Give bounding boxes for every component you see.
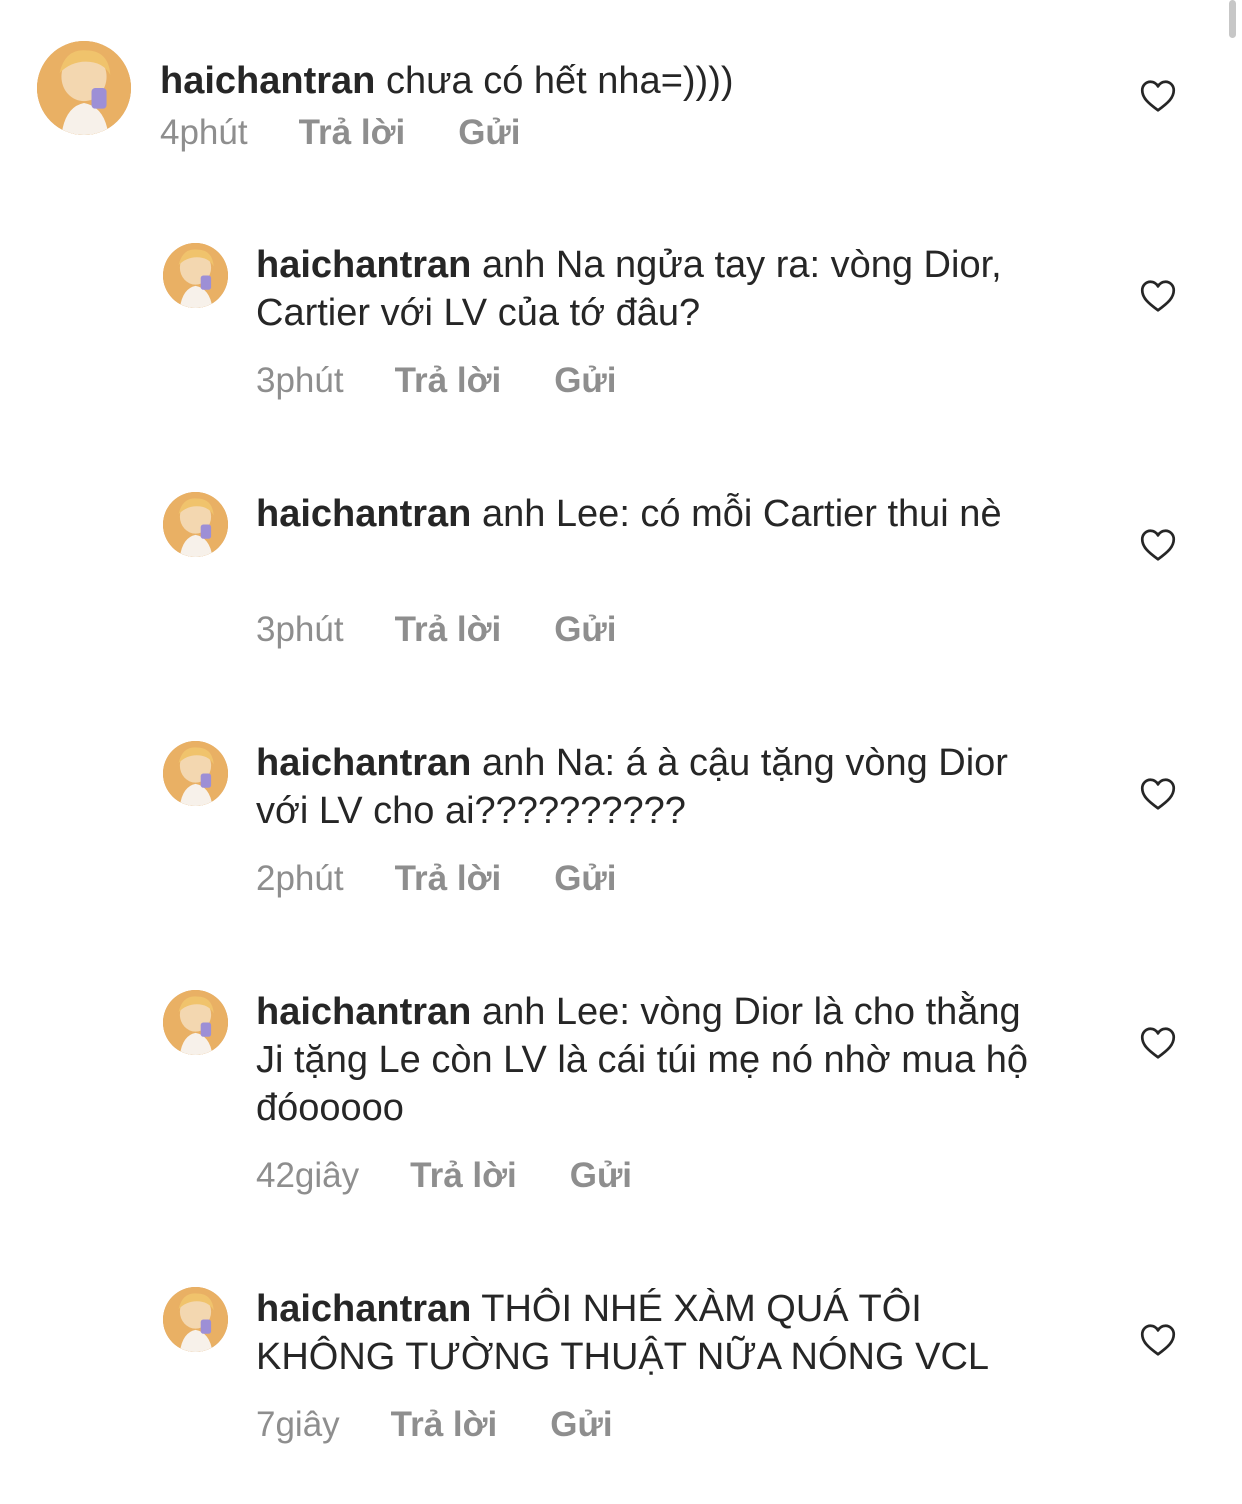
comment-meta: 3phút Trả lời Gửi — [256, 361, 616, 401]
comment-time: 7giây — [256, 1405, 340, 1444]
avatar[interactable] — [163, 990, 228, 1055]
reply-button[interactable]: Trả lời — [395, 859, 502, 899]
comment-meta: 2phút Trả lời Gửi — [256, 859, 616, 899]
avatar[interactable] — [37, 41, 131, 135]
comment-text: haichantran THÔI NHÉ XÀM QUÁ TÔI KHÔNG T… — [256, 1285, 1056, 1381]
comment-text: haichantran anh Na: á à cậu tặng vòng Di… — [256, 739, 1056, 835]
comment-username[interactable]: haichantran — [160, 60, 375, 102]
comment-username[interactable]: haichantran — [256, 742, 471, 784]
send-button[interactable]: Gửi — [554, 610, 616, 650]
comment-meta: 3phút Trả lời Gửi — [256, 610, 616, 650]
avatar[interactable] — [163, 492, 228, 557]
send-button[interactable]: Gửi — [554, 859, 616, 899]
comment-meta: 7giây Trả lời Gửi — [256, 1405, 613, 1445]
send-button[interactable]: Gửi — [554, 361, 616, 401]
comment-text: haichantran anh Lee: có mỗi Cartier thui… — [256, 490, 1056, 538]
reply-button[interactable]: Trả lời — [391, 1405, 498, 1445]
comment-meta: 4phút Trả lời Gửi — [160, 113, 520, 153]
comment-username[interactable]: haichantran — [256, 244, 471, 286]
send-button[interactable]: Gửi — [458, 113, 520, 153]
comment-text: haichantran anh Na ngửa tay ra: vòng Dio… — [256, 241, 1056, 337]
avatar[interactable] — [163, 243, 228, 308]
heart-icon[interactable] — [1140, 1026, 1176, 1060]
heart-icon[interactable] — [1140, 279, 1176, 313]
comment-time: 3phút — [256, 610, 344, 649]
avatar-image — [163, 492, 228, 557]
reply-button[interactable]: Trả lời — [395, 610, 502, 650]
comment-time: 2phút — [256, 859, 344, 898]
reply-button[interactable]: Trả lời — [395, 361, 502, 401]
comment-username[interactable]: haichantran — [256, 991, 471, 1033]
comment-time: 3phút — [256, 361, 344, 400]
comment-username[interactable]: haichantran — [256, 493, 471, 535]
heart-icon[interactable] — [1140, 777, 1176, 811]
avatar-image — [163, 990, 228, 1055]
reply-button[interactable]: Trả lời — [410, 1156, 517, 1196]
avatar-image — [163, 243, 228, 308]
avatar-image — [163, 1287, 228, 1352]
heart-icon[interactable] — [1140, 79, 1176, 113]
send-button[interactable]: Gửi — [550, 1405, 612, 1445]
comment-body: chưa có hết nha=)))) — [385, 60, 734, 102]
heart-icon[interactable] — [1140, 1323, 1176, 1357]
comment-text: haichantran chưa có hết nha=)))) — [160, 57, 1060, 105]
avatar-image — [163, 741, 228, 806]
comment-time: 42giây — [256, 1156, 360, 1195]
avatar[interactable] — [163, 1287, 228, 1352]
avatar-image — [37, 41, 131, 135]
comment-username[interactable]: haichantran — [256, 1288, 471, 1330]
scrollbar[interactable] — [1229, 0, 1236, 38]
reply-button[interactable]: Trả lời — [299, 113, 406, 153]
comment-meta: 42giây Trả lời Gửi — [256, 1156, 632, 1196]
comment-text: haichantran anh Lee: vòng Dior là cho th… — [256, 988, 1056, 1132]
send-button[interactable]: Gửi — [570, 1156, 632, 1196]
comment-time: 4phút — [160, 113, 248, 152]
avatar[interactable] — [163, 741, 228, 806]
comment-body: anh Lee: có mỗi Cartier thui nè — [481, 493, 1002, 535]
heart-icon[interactable] — [1140, 528, 1176, 562]
